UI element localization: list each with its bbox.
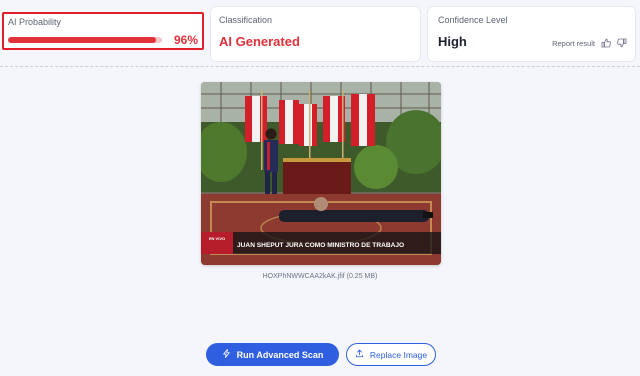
uploaded-image-preview: EN VIVO JUAN SHEPUT JURA COMO MINISTRO D… bbox=[201, 82, 441, 265]
image-filename: HOXPhNWWCAA2kAK.jfif (0.25 MB) bbox=[262, 273, 378, 280]
upload-icon bbox=[355, 349, 364, 360]
confidence-label: Confidence Level bbox=[437, 15, 508, 25]
ai-probability-row: 96% bbox=[8, 33, 198, 47]
image-caption: JUAN SHEPUT JURA COMO MINISTRO DE TRABAJ… bbox=[237, 242, 404, 249]
classification-label: Classification bbox=[219, 15, 273, 25]
report-result-link[interactable]: Report result bbox=[552, 39, 595, 48]
confidence-card: Confidence Level High Report result bbox=[426, 6, 636, 62]
ai-probability-label: AI Probability bbox=[8, 17, 62, 27]
thumbs-up-icon[interactable] bbox=[601, 38, 611, 48]
result-summary-bar: AI Probability 96% Classification AI Gen… bbox=[0, 0, 640, 64]
run-advanced-scan-button[interactable]: Run Advanced Scan bbox=[206, 343, 339, 366]
bolt-icon bbox=[222, 349, 231, 360]
replace-image-button[interactable]: Replace Image bbox=[346, 343, 436, 366]
classification-value: AI Generated bbox=[219, 34, 300, 49]
thumbs-down-icon[interactable] bbox=[617, 38, 627, 48]
uploaded-image: EN VIVO JUAN SHEPUT JURA COMO MINISTRO D… bbox=[201, 82, 441, 265]
probability-bar-fill bbox=[8, 37, 156, 43]
replace-image-label: Replace Image bbox=[369, 349, 428, 360]
ai-probability-card: AI Probability 96% bbox=[2, 12, 204, 50]
probability-bar-track bbox=[8, 37, 162, 43]
ai-probability-value: 96% bbox=[173, 33, 198, 47]
classification-card: Classification AI Generated bbox=[210, 6, 421, 62]
run-advanced-scan-label: Run Advanced Scan bbox=[236, 349, 324, 360]
report-result-group: Report result bbox=[552, 38, 627, 48]
live-badge: EN VIVO bbox=[209, 236, 225, 241]
section-divider bbox=[0, 66, 640, 67]
